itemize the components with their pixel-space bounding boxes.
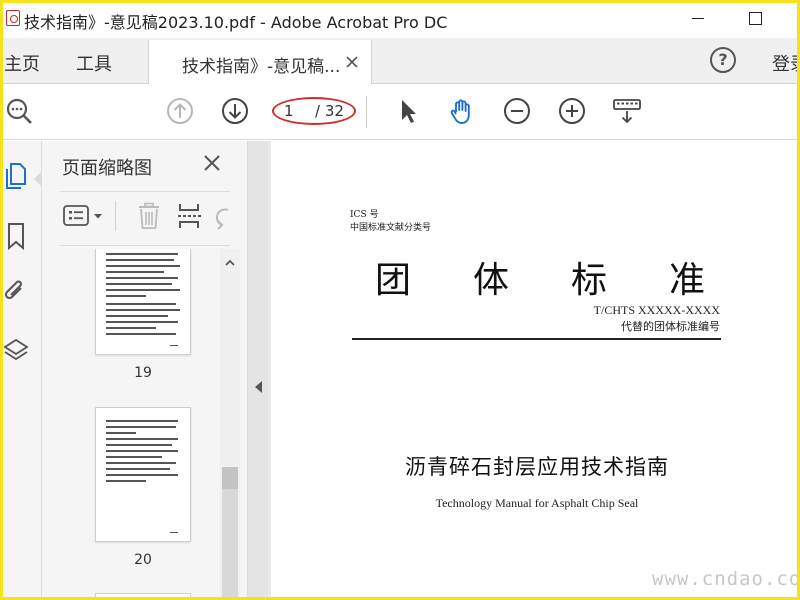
page-thumbnail-19[interactable] (95, 249, 191, 355)
menu-tab-bar: 主页 工具 技术指南》-意见稿... ? 登录 (0, 38, 800, 84)
insert-page-icon[interactable] (176, 201, 204, 231)
thumbnail-scrollbar[interactable] (220, 249, 240, 600)
minimize-button[interactable] (684, 4, 714, 32)
left-nav-rail (0, 141, 42, 600)
standard-type-char: 体 (472, 260, 509, 301)
rotate-page-icon[interactable] (214, 201, 230, 231)
thumbnail-page-label: 19 (134, 365, 152, 381)
thumbnail-list: 19 20 (42, 249, 218, 600)
panel-title: 页面缩略图 (62, 158, 152, 179)
document-title-cn: 沥青碎石封层应用技术指南 (405, 455, 669, 479)
delete-page-icon[interactable] (135, 201, 163, 231)
scrollbar-track[interactable] (222, 489, 238, 600)
thumbnail-options-icon[interactable] (62, 201, 106, 231)
standard-type-char: 准 (668, 260, 705, 301)
zoom-in-icon[interactable] (557, 96, 587, 126)
collapse-left-icon[interactable] (255, 381, 262, 393)
thumbnail-panel: 页面缩略图 19 20 (42, 141, 248, 600)
scrollbar-thumb[interactable] (222, 467, 238, 489)
help-icon[interactable]: ? (710, 47, 736, 73)
standard-type-char: 标 (570, 260, 607, 301)
attachment-icon[interactable] (3, 276, 29, 306)
standard-code: T/CHTS XXXXX-XXXX (593, 303, 720, 317)
close-tab-icon[interactable] (345, 55, 359, 69)
tab-tools[interactable]: 工具 (76, 50, 112, 76)
maximize-button[interactable] (740, 4, 770, 32)
toolbar-divider (366, 96, 367, 128)
replaces-label: 代替的团体标准编号 (621, 320, 720, 333)
search-icon[interactable] (4, 96, 34, 126)
page-thumbnails-icon[interactable] (3, 161, 29, 191)
select-pointer-icon[interactable] (393, 96, 423, 126)
layers-icon[interactable] (3, 336, 29, 366)
document-tab[interactable]: 技术指南》-意见稿... (148, 40, 372, 84)
panel-tool-divider (115, 201, 116, 231)
page-thumbnail-next[interactable] (95, 593, 191, 600)
document-title-en: Technology Manual for Asphalt Chip Seal (435, 496, 639, 510)
zoom-out-icon[interactable] (502, 96, 532, 126)
pdf-page: ICS 号 中国标准文献分类号 团 体 标 准 T/CHTS XXXXX-XXX… (271, 141, 800, 600)
acrobat-icon (6, 10, 20, 26)
panel-collapse-strip[interactable] (248, 141, 268, 600)
panel-divider (60, 191, 230, 192)
document-tab-label: 技术指南》-意见稿... (182, 57, 341, 77)
document-viewport[interactable]: ICS 号 中国标准文献分类号 团 体 标 准 T/CHTS XXXXX-XXX… (268, 141, 800, 600)
close-panel-icon[interactable] (202, 153, 222, 173)
bookmark-icon[interactable] (3, 221, 29, 251)
tab-home[interactable]: 主页 (4, 50, 40, 76)
next-page-icon[interactable] (220, 96, 250, 126)
ics-label: ICS 号 (350, 210, 379, 220)
standard-type-char: 团 (375, 260, 412, 301)
main-toolbar: 1 / 32 (0, 84, 800, 140)
header-rule (352, 338, 721, 340)
login-button[interactable]: 登录 (772, 50, 800, 76)
standard-type-heading: 团 体 标 准 (375, 251, 705, 303)
classification-label: 中国标准文献分类号 (350, 223, 432, 233)
watermark: www.cndao.com (652, 568, 800, 590)
scroll-up-icon[interactable] (224, 257, 236, 269)
thumbnail-page-label: 20 (134, 552, 152, 568)
page-thumbnail-20[interactable] (95, 407, 191, 542)
keyboard-read-icon[interactable] (612, 96, 642, 126)
title-bar: 技术指南》-意见稿2023.10.pdf - Adobe Acrobat Pro… (0, 0, 800, 38)
highlight-oval (272, 97, 356, 125)
window-title: 技术指南》-意见稿2023.10.pdf - Adobe Acrobat Pro… (24, 13, 448, 32)
previous-page-icon[interactable] (165, 96, 195, 126)
page-navigator: 1 / 32 (272, 97, 356, 125)
active-tab-caret (34, 171, 42, 187)
panel-divider-lower (60, 245, 230, 246)
hand-tool-icon[interactable] (447, 96, 477, 126)
